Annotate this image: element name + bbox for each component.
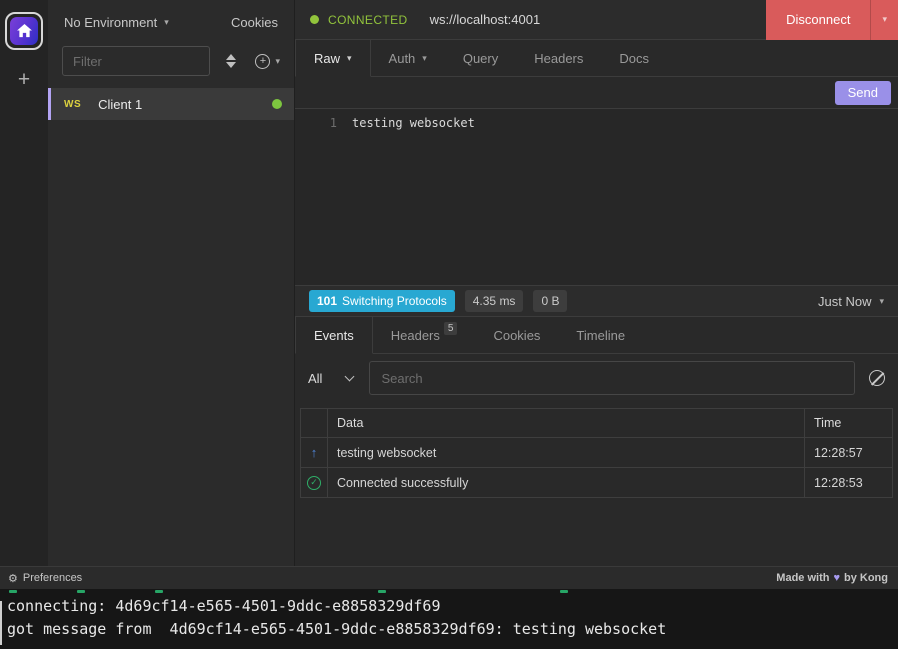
status-bar: ⚙ Preferences Made with ♥ by Kong: [0, 566, 898, 589]
response-status-row: 101 Switching Protocols 4.35 ms 0 B Just…: [295, 285, 898, 317]
main-panel: CONNECTED ws://localhost:4001 Disconnect…: [295, 0, 898, 566]
headers-count-badge: 5: [444, 322, 458, 335]
new-project-button[interactable]: +: [18, 68, 30, 92]
tab-auth[interactable]: Auth ▾: [371, 40, 445, 76]
events-filter-row: All: [295, 354, 898, 402]
message-editor[interactable]: 1 testing websocket: [295, 109, 898, 285]
activity-bar: +: [0, 0, 48, 566]
chevron-down-icon: ▾: [164, 17, 169, 28]
home-icon: [10, 17, 38, 45]
send-row: Send: [295, 77, 898, 109]
chevron-down-icon: ▾: [422, 53, 427, 64]
tab-raw[interactable]: Raw ▾: [295, 40, 371, 77]
chevron-down-icon: ▾: [347, 53, 352, 64]
response-time-badge: 4.35 ms: [465, 290, 524, 312]
connected-status-dot: [272, 99, 282, 109]
events-table: Data Time ↑ testing websocket 12:28:57 ✓…: [300, 408, 893, 498]
response-size-badge: 0 B: [533, 290, 567, 312]
response-tab-bar: Events Headers 5 Cookies Timeline: [295, 317, 898, 354]
tab-query[interactable]: Query: [445, 40, 516, 76]
url-bar: CONNECTED ws://localhost:4001 Disconnect…: [295, 0, 898, 40]
request-tab-bar: Raw ▾ Auth ▾ Query Headers Docs: [295, 40, 898, 77]
tab-response-headers[interactable]: Headers 5: [373, 317, 476, 353]
client-name: Client 1: [98, 97, 142, 112]
terminal-clipped-line: [0, 589, 898, 593]
column-header-time: Time: [804, 409, 892, 437]
preferences-button[interactable]: ⚙ Preferences: [8, 572, 82, 585]
status-code-badge: 101 Switching Protocols: [309, 290, 455, 312]
environment-selector[interactable]: No Environment ▾: [64, 15, 169, 30]
terminal-line: connecting: 4d69cf14-e565-4501-9ddc-e885…: [7, 595, 898, 618]
insomnia-window: + No Environment ▾ Cookies + ▾ WS Client…: [0, 0, 898, 566]
sidebar-header: No Environment ▾ Cookies: [48, 0, 294, 44]
heart-icon: ♥: [833, 572, 840, 584]
chevron-down-icon: [345, 371, 355, 381]
chevron-down-icon: ▾: [879, 296, 884, 307]
tab-docs[interactable]: Docs: [601, 40, 667, 76]
gear-icon: ⚙: [8, 572, 18, 585]
disconnect-options-caret[interactable]: ▾: [870, 0, 898, 40]
column-header-data: Data: [327, 409, 804, 437]
terminal-edge-highlight: [0, 601, 2, 645]
editor-content[interactable]: testing websocket: [352, 116, 475, 285]
plus-circle-icon: +: [255, 54, 270, 69]
table-row[interactable]: ↑ testing websocket 12:28:57: [301, 437, 892, 467]
websocket-url[interactable]: ws://localhost:4001: [430, 12, 541, 27]
filter-input[interactable]: [62, 46, 210, 76]
terminal-line: got message from 4d69cf14-e565-4501-9ddc…: [7, 618, 898, 641]
table-header-row: Data Time: [301, 409, 892, 437]
line-number: 1: [295, 116, 337, 285]
response-history-dropdown[interactable]: Just Now ▾: [818, 294, 884, 309]
connection-status-dot: [310, 15, 319, 24]
tab-response-cookies[interactable]: Cookies: [475, 317, 558, 353]
chevron-down-icon: ▾: [882, 14, 887, 25]
clear-events-icon[interactable]: [869, 370, 885, 386]
sent-message-arrow-icon: ↑: [311, 445, 318, 460]
connected-check-icon: ✓: [307, 476, 321, 490]
disconnect-button[interactable]: Disconnect ▾: [766, 0, 898, 40]
sidebar: No Environment ▾ Cookies + ▾ WS Client 1: [48, 0, 295, 566]
table-row[interactable]: ✓ Connected successfully 12:28:53: [301, 467, 892, 497]
events-search-input[interactable]: [369, 361, 855, 395]
connection-status-label: CONNECTED: [328, 13, 408, 27]
tab-headers[interactable]: Headers: [516, 40, 601, 76]
tab-timeline[interactable]: Timeline: [558, 317, 643, 353]
sidebar-filter-row: + ▾: [48, 44, 294, 76]
sort-icon[interactable]: [226, 54, 236, 68]
chevron-down-icon: ▾: [275, 56, 280, 67]
sidebar-item-client-1[interactable]: WS Client 1: [48, 88, 294, 120]
tab-events[interactable]: Events: [295, 317, 373, 354]
home-button[interactable]: [5, 12, 43, 50]
environment-label: No Environment: [64, 15, 157, 30]
add-request-button[interactable]: + ▾: [255, 54, 280, 69]
cookies-button[interactable]: Cookies: [231, 15, 278, 30]
kong-credit: Made with ♥ by Kong: [776, 572, 888, 584]
terminal-output: connecting: 4d69cf14-e565-4501-9ddc-e885…: [0, 589, 898, 649]
ws-protocol-tag: WS: [64, 99, 81, 110]
send-button[interactable]: Send: [835, 81, 891, 105]
event-type-select[interactable]: All: [308, 371, 353, 386]
